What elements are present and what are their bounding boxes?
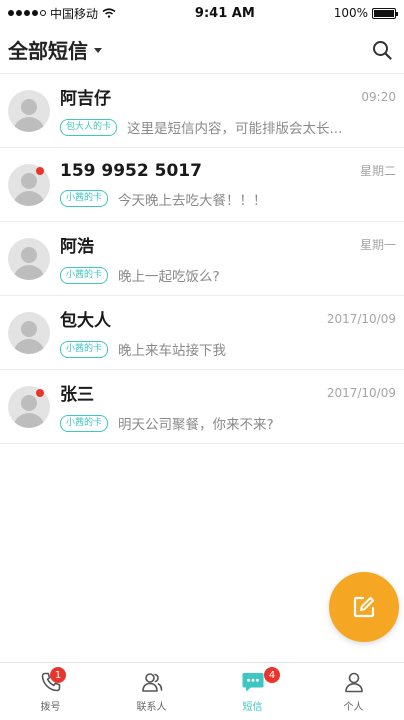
tab-dial[interactable]: 1 拨号 <box>0 663 101 720</box>
dial-badge: 1 <box>50 667 66 683</box>
tab-label: 个人 <box>343 701 364 713</box>
message-list: 阿吉仔 09:20 包大人的卡 这里是短信内容，可能排版会太长... 159 9… <box>0 74 404 444</box>
chevron-down-icon <box>94 48 102 53</box>
signal-icon <box>8 10 46 16</box>
messages-badge: 4 <box>264 667 280 683</box>
unread-dot <box>36 389 44 397</box>
tab-label: 短信 <box>242 701 263 713</box>
person-icon <box>344 672 363 692</box>
tab-contacts[interactable]: 联系人 <box>101 663 202 720</box>
tab-profile[interactable]: 个人 <box>303 663 404 720</box>
message-preview: 明天公司聚餐，你来不来? <box>118 417 274 433</box>
status-time: 9:41 AM <box>194 5 255 21</box>
battery-icon <box>372 7 398 19</box>
search-button[interactable] <box>368 36 396 64</box>
message-time: 2017/10/09 <box>326 385 396 400</box>
message-icon <box>242 672 263 691</box>
compose-button[interactable] <box>329 572 399 642</box>
message-row[interactable]: 张三 2017/10/09 小茜的卡 明天公司聚餐，你来不来? <box>0 370 404 444</box>
message-time: 星期一 <box>359 238 396 252</box>
wifi-icon <box>102 8 116 18</box>
filter-dropdown[interactable]: 全部短信 <box>8 35 102 64</box>
message-preview: 今天晚上去吃大餐！！！ <box>118 192 267 209</box>
contact-name: 包大人 <box>60 311 111 331</box>
bottom-tab-bar: 1 拨号 联系人 4 短信 个人 <box>0 662 404 720</box>
message-row[interactable]: 159 9952 5017 星期二 小茜的卡 今天晚上去吃大餐！！！ <box>0 148 404 222</box>
contact-name: 阿吉仔 <box>60 89 111 109</box>
tab-messages[interactable]: 4 短信 <box>202 663 303 720</box>
status-bar: 中国移动 9:41 AM 100% <box>0 0 404 26</box>
sim-card-tag: 包大人的卡 <box>60 118 118 136</box>
avatar <box>8 311 50 354</box>
battery-percent: 100% <box>333 6 368 20</box>
message-preview: 晚上一起吃饭么? <box>118 269 220 285</box>
carrier-label: 中国移动 <box>50 6 99 21</box>
header: 全部短信 <box>0 26 404 74</box>
message-row[interactable]: 包大人 2017/10/09 小茜的卡 晚上来车站接下我 <box>0 296 404 370</box>
contact-name: 159 9952 5017 <box>60 160 202 181</box>
sim-card-tag: 小茜的卡 <box>60 190 109 207</box>
message-time: 09:20 <box>361 89 396 104</box>
avatar <box>8 89 50 132</box>
unread-dot <box>36 167 44 175</box>
contact-name: 阿浩 <box>60 237 94 257</box>
tab-label: 拨号 <box>40 701 61 713</box>
search-icon <box>373 40 392 60</box>
avatar <box>8 237 50 280</box>
sim-card-tag: 小茜的卡 <box>60 266 109 284</box>
contact-name: 张三 <box>60 385 94 405</box>
page-title: 全部短信 <box>8 39 88 63</box>
sim-card-tag: 小茜的卡 <box>60 340 109 358</box>
message-row[interactable]: 阿浩 星期一 小茜的卡 晚上一起吃饭么? <box>0 222 404 296</box>
sim-card-tag: 小茜的卡 <box>60 414 109 432</box>
compose-icon <box>353 596 375 618</box>
message-time: 2017/10/09 <box>326 311 396 326</box>
message-time: 星期二 <box>359 164 396 178</box>
contacts-icon <box>141 672 162 692</box>
message-preview: 晚上来车站接下我 <box>118 343 227 359</box>
status-right: 100% <box>333 6 398 20</box>
message-row[interactable]: 阿吉仔 09:20 包大人的卡 这里是短信内容，可能排版会太长... <box>0 74 404 148</box>
status-left: 中国移动 <box>8 5 116 22</box>
message-preview: 这里是短信内容，可能排版会太长... <box>127 121 343 137</box>
tab-label: 联系人 <box>136 701 167 713</box>
